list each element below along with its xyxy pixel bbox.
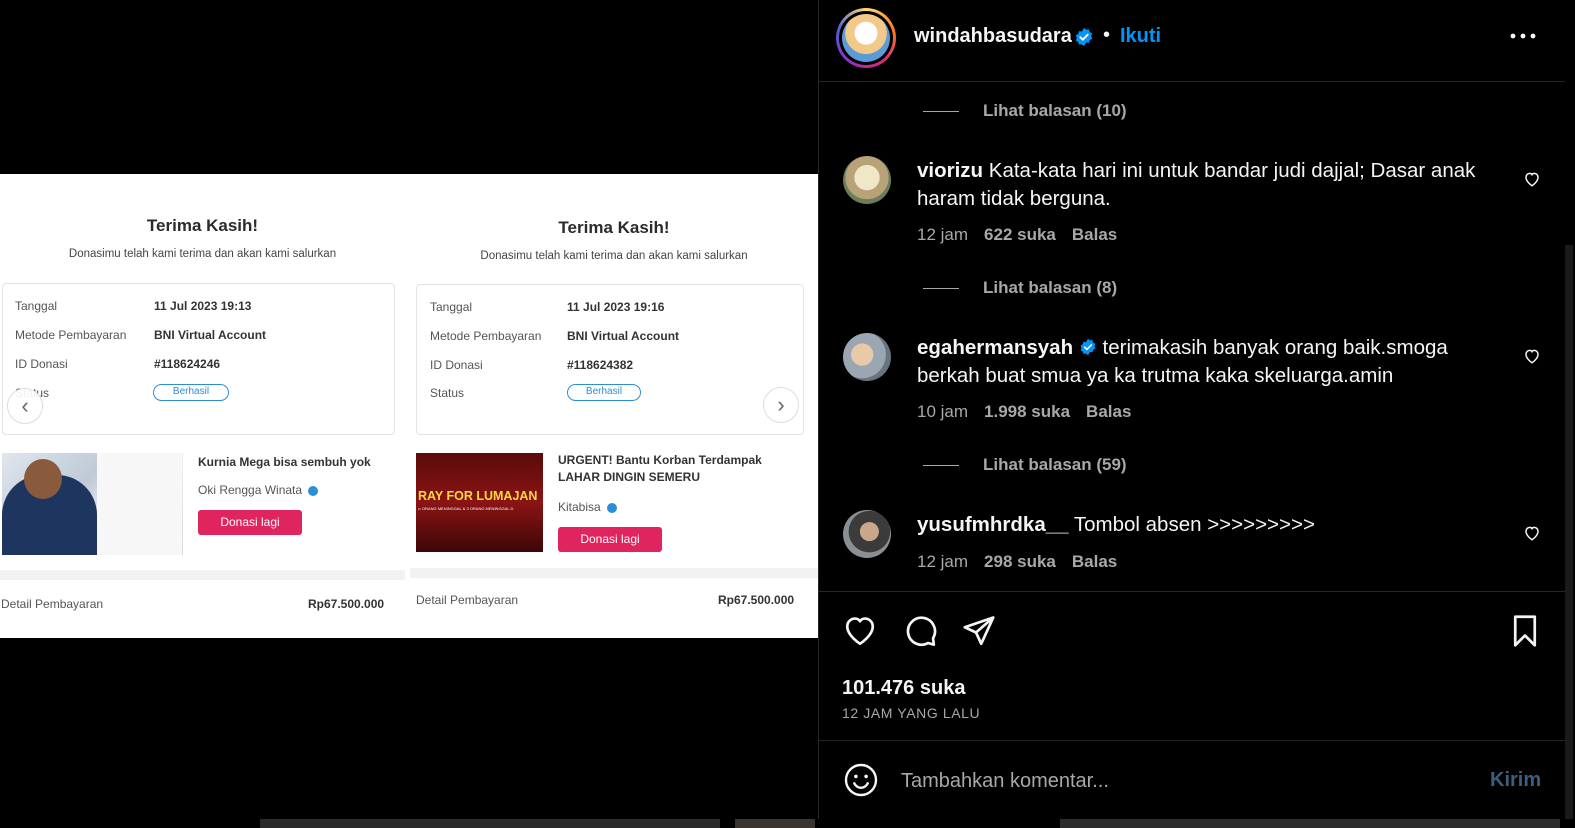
status-badge: Berhasil: [153, 384, 229, 401]
post-actions: 101.476 suka 12 JAM YANG LALU: [819, 591, 1566, 741]
comment-input[interactable]: [901, 766, 1461, 796]
comment-username[interactable]: egahermansyah: [917, 336, 1073, 359]
reply-button[interactable]: Balas: [1072, 552, 1117, 571]
carousel-prev-button[interactable]: ‹: [7, 388, 43, 424]
payment-method-value: BNI Virtual Account: [154, 328, 267, 342]
share-send-icon[interactable]: [961, 613, 997, 649]
campaign-organizer: Oki Rengga Winata: [198, 483, 319, 497]
reply-button[interactable]: Balas: [1072, 225, 1117, 244]
receipt-1: Terima Kasih! Donasimu telah kami terima…: [0, 174, 405, 638]
comment-time[interactable]: 12 jam: [917, 552, 968, 571]
post-sidebar: windahbasudara • Ikuti Lihat balasan (10…: [818, 0, 1566, 828]
comment-time[interactable]: 12 jam: [917, 225, 968, 244]
chevron-right-icon: ›: [777, 392, 785, 417]
author-username[interactable]: windahbasudara: [914, 25, 1072, 48]
reply-button[interactable]: Balas: [1086, 402, 1131, 421]
background-feed-strip: [0, 819, 1575, 828]
date-label: Tanggal: [15, 299, 58, 313]
comment-likes[interactable]: 298 suka: [984, 552, 1056, 571]
receipt-subtitle: Donasimu telah kami terima dan akan kami…: [68, 248, 337, 260]
view-replies-button[interactable]: Lihat balasan (59): [983, 455, 1127, 475]
comment-text: yusufmhrdka__ Tombol absen >>>>>>>>>: [917, 513, 1315, 536]
donation-id-label: ID Donasi: [15, 357, 68, 371]
donation-id-value: #118624246: [154, 357, 221, 371]
payment-method-label: Metode Pembayaran: [15, 328, 127, 342]
author-avatar[interactable]: [836, 8, 896, 68]
like-heart-icon[interactable]: [842, 613, 878, 649]
campaign-organizer: Kitabisa: [558, 500, 617, 514]
add-comment-bar: Kirim: [819, 742, 1566, 820]
verified-badge-icon: [1080, 338, 1096, 356]
post-timestamp[interactable]: 12 JAM YANG LALU: [842, 705, 980, 721]
post-image: Terima Kasih! Donasimu telah kami terima…: [0, 174, 818, 638]
comment-like-heart-icon[interactable]: [1523, 170, 1541, 188]
verified-icon: [308, 485, 319, 496]
campaign-title: URGENT! Bantu Korban Terdampak LAHAR DIN…: [558, 453, 762, 484]
receipt-subtitle: Donasimu telah kami terima dan akan kami…: [480, 250, 748, 262]
campaign-thumbnail: RAY FOR LUMAJAN •• ORANG MENINGGAL & 3 O…: [416, 453, 543, 552]
donation-id-value: #118624382: [567, 358, 634, 372]
commenter-avatar[interactable]: [843, 156, 891, 204]
donation-id-label: ID Donasi: [430, 358, 483, 372]
post-comment-button[interactable]: Kirim: [1490, 769, 1541, 792]
follow-button[interactable]: Ikuti: [1120, 25, 1161, 48]
carousel-next-button[interactable]: ›: [763, 387, 799, 423]
comment-username[interactable]: viorizu: [917, 159, 983, 182]
payment-detail-amount: Rp67.500.000: [308, 597, 385, 611]
receipt-2: Terima Kasih! Donasimu telah kami terima…: [410, 174, 818, 638]
campaign-title: Kurnia Mega bisa sembuh yok: [198, 455, 371, 469]
donate-again-button[interactable]: Donasi lagi: [198, 510, 302, 535]
payment-detail-label: Detail Pembayaran: [416, 593, 519, 607]
comment-text: viorizu Kata-kata hari ini untuk bandar …: [917, 159, 1476, 210]
verified-icon: [606, 502, 617, 513]
status-badge: Berhasil: [567, 384, 641, 401]
separator-dot: •: [1103, 24, 1111, 46]
receipt-title: Terima Kasih!: [146, 216, 259, 235]
thumbnail-banner: RAY FOR LUMAJAN: [418, 489, 538, 503]
donate-again-button[interactable]: Donasi lagi: [558, 527, 662, 552]
comment-bubble-icon[interactable]: [902, 613, 938, 649]
page-scrollbar[interactable]: [1565, 0, 1575, 828]
comment-likes[interactable]: 1.998 suka: [984, 402, 1070, 421]
campaign-thumbnail: [2, 453, 183, 555]
view-replies-button[interactable]: Lihat balasan (8): [983, 278, 1117, 298]
more-options-icon[interactable]: [1509, 26, 1537, 46]
comment-like-heart-icon[interactable]: [1523, 524, 1541, 542]
comment-meta: 10 jam 1.998 suka Balas: [917, 402, 1147, 422]
payment-method-value: BNI Virtual Account: [567, 329, 680, 343]
post-header: windahbasudara • Ikuti: [819, 0, 1566, 82]
emoji-icon[interactable]: [843, 762, 879, 798]
commenter-avatar[interactable]: [843, 510, 891, 558]
verified-badge-icon: [1075, 27, 1093, 47]
comment-username[interactable]: yusufmhrdka__: [917, 513, 1069, 536]
comment-meta: 12 jam 298 suka Balas: [917, 552, 1133, 572]
receipt-title: Terima Kasih!: [558, 218, 670, 237]
commenter-avatar[interactable]: [843, 333, 891, 381]
comment-text: egahermansyah terimakasih banyak orang b…: [917, 336, 1448, 387]
date-value: 11 Jul 2023 19:16: [567, 300, 665, 314]
comment-like-heart-icon[interactable]: [1523, 347, 1541, 365]
payment-method-label: Metode Pembayaran: [430, 329, 542, 343]
view-replies-button[interactable]: Lihat balasan (10): [983, 101, 1127, 121]
post-media: Terima Kasih! Donasimu telah kami terima…: [0, 0, 818, 828]
chevron-left-icon: ‹: [21, 393, 29, 418]
comment-meta: 12 jam 622 suka Balas: [917, 225, 1133, 245]
date-value: 11 Jul 2023 19:13: [154, 299, 252, 313]
comment-likes[interactable]: 622 suka: [984, 225, 1056, 244]
post-likes-count[interactable]: 101.476 suka: [842, 677, 965, 700]
date-label: Tanggal: [430, 300, 473, 314]
payment-detail-amount: Rp67.500.000: [718, 593, 795, 607]
comment-time[interactable]: 10 jam: [917, 402, 968, 421]
status-label: Status: [430, 386, 465, 400]
payment-detail-label: Detail Pembayaran: [1, 597, 104, 611]
thumbnail-banner-sub: •• ORANG MENINGGAL & 3 ORANG MENINGGAL D: [418, 506, 514, 511]
bookmark-icon[interactable]: [1507, 613, 1543, 649]
